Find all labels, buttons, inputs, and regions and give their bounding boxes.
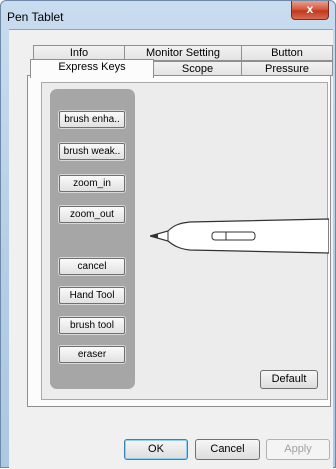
- express-key-7[interactable]: brush tool: [59, 317, 125, 334]
- express-key-4[interactable]: zoom_out: [59, 206, 125, 223]
- express-keys-strip: brush enha.. brush weak.. zoom_in zoom_o…: [50, 89, 135, 389]
- express-key-2[interactable]: brush weak..: [59, 143, 125, 160]
- express-key-5[interactable]: cancel: [59, 258, 125, 275]
- tab-express-keys[interactable]: Express Keys: [30, 59, 154, 78]
- express-key-1[interactable]: brush enha..: [59, 111, 125, 128]
- pen-tablet-window: Pen Tablet x Info Monitor Setting Button…: [0, 0, 336, 469]
- close-icon: x: [306, 2, 314, 16]
- tab-button[interactable]: Button: [241, 45, 333, 61]
- tablet-preview: brush enha.. brush weak.. zoom_in zoom_o…: [41, 82, 329, 400]
- ok-button[interactable]: OK: [124, 439, 188, 460]
- pen-icon: [150, 218, 329, 254]
- close-button[interactable]: x: [291, 1, 329, 20]
- window-title: Pen Tablet: [7, 10, 64, 24]
- express-key-6[interactable]: Hand Tool: [59, 287, 125, 304]
- cancel-button[interactable]: Cancel: [195, 439, 260, 460]
- express-keys-panel: brush enha.. brush weak.. zoom_in zoom_o…: [27, 75, 331, 407]
- title-bar[interactable]: Pen Tablet x: [1, 1, 335, 29]
- default-button[interactable]: Default: [260, 370, 318, 389]
- express-key-8[interactable]: eraser: [59, 346, 125, 363]
- tab-scope[interactable]: Scope: [153, 61, 242, 76]
- tab-pressure[interactable]: Pressure: [241, 61, 333, 76]
- apply-button[interactable]: Apply: [266, 439, 330, 460]
- express-key-3[interactable]: zoom_in: [59, 175, 125, 192]
